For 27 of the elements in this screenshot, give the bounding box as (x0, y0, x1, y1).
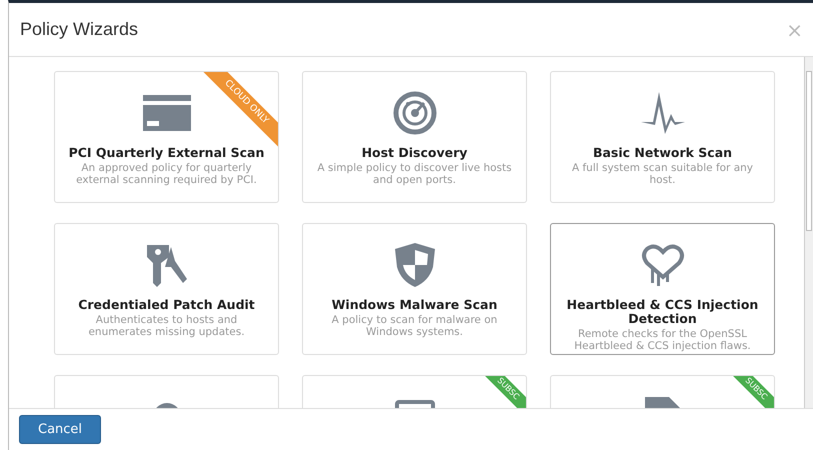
policy-card[interactable]: Heartbleed & CCS Injection Detection Remote checks for the OpenSSL Heartbleed & CCS injection flaws. (550, 223, 775, 355)
policy-card[interactable]: Windows Malware Scan A policy to scan for malware on Windows systems. (302, 223, 527, 355)
policy-card[interactable]: Credentialed Patch Audit Authenticates to hosts and enumerates missing updates. (54, 223, 279, 355)
card-title: PCI Quarterly External Scan (68, 146, 264, 160)
card-description: Remote checks for the OpenSSL Heartbleed & CCS injection flaws. (573, 328, 752, 352)
keys-icon (144, 243, 188, 287)
policy-card[interactable]: Host Discovery A simple policy to discover live hosts and open ports. (302, 71, 527, 203)
card-description: A policy to scan for malware on Windows systems. (330, 314, 498, 338)
card-title: Windows Malware Scan (332, 298, 498, 312)
scrollbar[interactable] (804, 57, 813, 408)
card-description: An approved policy for quarterly external scanning required by PCI. (75, 162, 258, 186)
scrollbar-thumb[interactable] (806, 71, 812, 231)
card-description: A simple policy to discover live hosts and open ports. (316, 162, 513, 186)
card-description: A full system scan suitable for any host. (570, 162, 754, 186)
credit-card-icon (142, 95, 190, 131)
card-title: Host Discovery (362, 146, 468, 160)
dialog-title: Policy Wizards (20, 19, 138, 40)
cancel-button[interactable]: Cancel (19, 415, 102, 444)
bleeding-heart-icon (640, 243, 684, 287)
card-title: Credentialed Patch Audit (78, 298, 255, 312)
card-description: Authenticates to hosts and enumerates missing updates. (87, 314, 246, 338)
shield-icon (394, 243, 434, 287)
pulse-icon (640, 92, 684, 134)
policy-card[interactable]: Basic Network Scan A full system scan suitable for any host. (550, 71, 775, 203)
radar-icon (392, 91, 436, 135)
card-title: Basic Network Scan (592, 146, 732, 160)
card-title: Heartbleed & CCS Injection Detection (566, 298, 760, 326)
